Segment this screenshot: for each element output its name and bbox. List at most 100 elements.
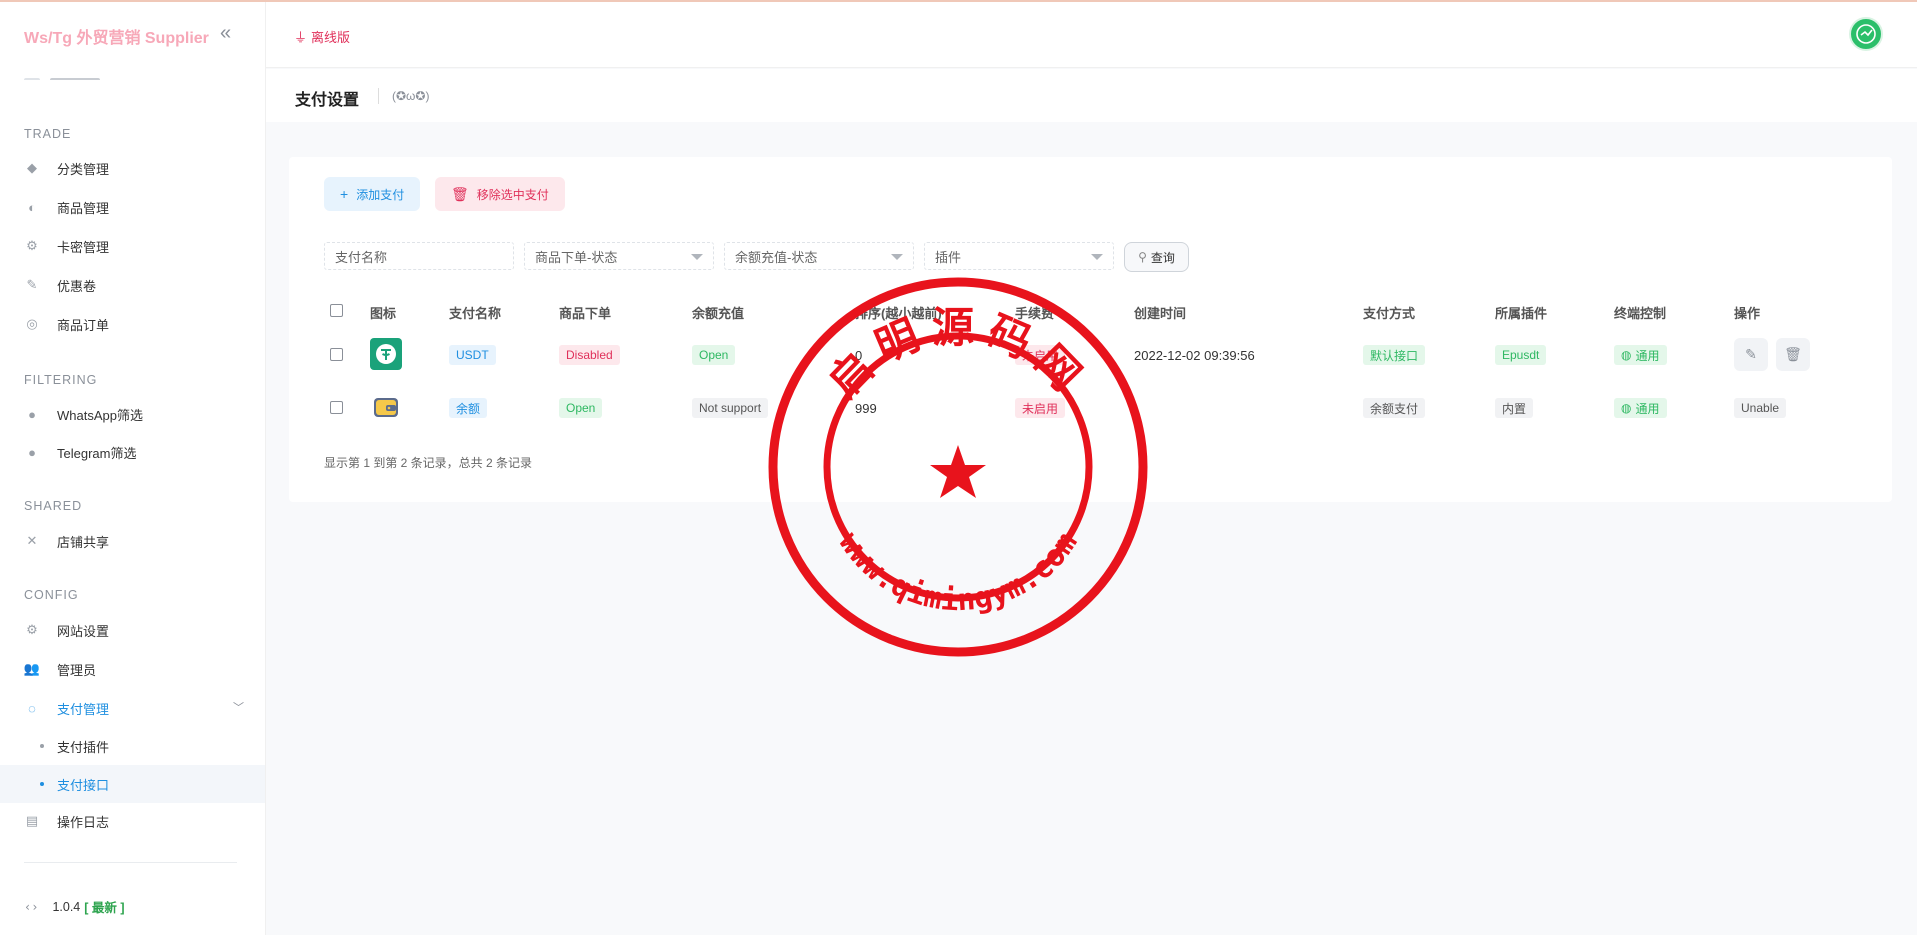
plugin-badge: 内置 <box>1495 398 1534 418</box>
search-icon: ⚲ <box>1138 250 1147 264</box>
chevron-down-icon: ﹀ <box>233 702 244 714</box>
version-info: ‹› 1.0.4 [ 最新 ] <box>24 897 125 916</box>
sidebar-item-payment[interactable]: ◌ 支付管理 ﹀ <box>24 695 244 721</box>
recharge-status-select[interactable]: 余额充值-状态 <box>724 242 914 270</box>
add-payment-button[interactable]: + 添加支付 <box>324 177 421 211</box>
col-recharge: 余额充值 <box>692 306 745 321</box>
latest-badge: [ 最新 ] <box>84 901 125 915</box>
sidebar-item-category[interactable]: ◆ 分类管理 <box>24 155 244 181</box>
caret-down-icon <box>891 254 903 260</box>
row-checkbox[interactable] <box>330 348 343 361</box>
page-title: 支付设置 <box>295 92 360 109</box>
col-plugin: 所属插件 <box>1495 306 1548 321</box>
col-order: 商品下单 <box>559 306 612 321</box>
sidebar-item-cardkey[interactable]: ⚙ 卡密管理 <box>24 233 244 259</box>
plugin-select[interactable]: 插件 <box>924 242 1114 270</box>
col-terminal: 终端控制 <box>1614 306 1667 321</box>
sidebar-divider <box>24 862 237 863</box>
plus-icon: + <box>340 186 349 202</box>
stamp-bottom-text: www.qimingym.com <box>832 526 1085 618</box>
payment-name-badge: 余额 <box>449 398 488 418</box>
section-filtering: FILTERING <box>24 373 98 387</box>
title-divider <box>378 88 379 104</box>
select-all-checkbox[interactable] <box>330 304 343 317</box>
payment-name-badge: USDT <box>449 345 496 365</box>
order-icon: ◎ <box>26 316 38 331</box>
col-actions: 操作 <box>1734 306 1761 321</box>
order-status-badge: Disabled <box>559 345 620 365</box>
code-icon: ‹› <box>24 899 39 914</box>
send-icon: ● <box>28 406 36 422</box>
sidebar-item-operation-log[interactable]: ▤ 操作日志 <box>24 808 244 834</box>
pagination-summary: 显示第 1 到第 2 条记录，总共 2 条记录 <box>324 456 533 470</box>
search-button[interactable]: ⚲ 查询 <box>1124 242 1189 272</box>
recharge-status-badge: Not support <box>692 398 769 418</box>
user-avatar-icon <box>1856 24 1876 44</box>
usdt-icon <box>370 338 402 370</box>
collapse-sidebar-icon[interactable]: « <box>220 22 231 45</box>
offline-version-link[interactable]: ⏚ 离线版 <box>294 27 350 46</box>
caret-down-icon <box>1091 254 1103 260</box>
plug-icon: ⏚ <box>294 30 308 45</box>
section-config: CONFIG <box>24 588 79 602</box>
sidebar-item-orders[interactable]: ◎ 商品订单 <box>24 311 244 337</box>
sort-value: 0 <box>855 348 863 363</box>
created-time: 2022-12-02 09:39:56 <box>1134 348 1255 363</box>
row-checkbox[interactable] <box>330 401 343 414</box>
sidebar-subitem-payment-plugins[interactable]: 支付插件 <box>0 727 265 765</box>
order-status-select[interactable]: 商品下单-状态 <box>524 242 714 270</box>
goods-icon: ◐ <box>28 199 36 215</box>
method-badge: 余额支付 <box>1363 398 1426 418</box>
section-shared: SHARED <box>24 499 83 513</box>
delete-button[interactable]: 🗑 <box>1776 338 1810 371</box>
caret-down-icon <box>691 254 703 260</box>
plugin-badge: Epusdt <box>1495 345 1547 365</box>
pen-icon: ✎ <box>26 277 38 292</box>
wallet-icon <box>370 391 402 423</box>
col-icon: 图标 <box>370 306 397 321</box>
col-method: 支付方式 <box>1363 306 1416 321</box>
top-header: ⏚ 离线版 <box>266 2 1917 68</box>
top-accent-line <box>0 0 1917 2</box>
terminal-badge: ◍ 通用 <box>1614 398 1667 418</box>
col-fee: 手续费 <box>1015 306 1055 321</box>
globe-icon: ◍ <box>1621 348 1632 362</box>
remove-selected-button[interactable]: 🗑 移除选中支付 <box>435 177 565 211</box>
fee-badge: 未启用 <box>1015 345 1066 365</box>
sidebar-item-admins[interactable]: 👥 管理员 <box>24 656 244 682</box>
share-icon: ✕ <box>26 533 38 548</box>
trash-icon: 🗑 <box>451 185 469 202</box>
sidebar-item-whatsapp[interactable]: ● WhatsApp筛选 <box>24 401 244 427</box>
sidebar-subitem-payment-api[interactable]: 支付接口 <box>0 765 265 803</box>
payment-name-input[interactable]: 支付名称 <box>324 242 514 270</box>
send-icon: ● <box>28 444 36 460</box>
payment-icon: ◌ <box>28 700 36 716</box>
fee-badge: 未启用 <box>1015 398 1066 418</box>
sidebar: Ws/Tg 外贸营销 Supplier « TRADE ◆ 分类管理 ◐ 商品管理 … <box>0 2 266 935</box>
sidebar-item-site-settings[interactable]: ⚙ 网站设置 <box>24 617 244 643</box>
sort-value: 999 <box>855 401 877 416</box>
page-subtitle: (✪ω✪) <box>392 89 430 103</box>
cube-icon: ◆ <box>27 160 37 175</box>
globe-icon: ◍ <box>1621 401 1632 415</box>
settings-icon: ⚙ <box>26 622 38 637</box>
col-name: 支付名称 <box>449 306 502 321</box>
sidebar-item-telegram[interactable]: ● Telegram筛选 <box>24 439 244 465</box>
edit-button[interactable]: ✎ <box>1734 338 1768 371</box>
avatar[interactable] <box>1849 17 1883 51</box>
col-sort: 排序(越小越前) <box>855 306 942 321</box>
unable-badge: Unable <box>1734 398 1787 418</box>
sidebar-item-cut <box>24 72 114 80</box>
gear-icon: ⚙ <box>26 238 38 253</box>
users-icon: 👥 <box>23 661 41 676</box>
edit-icon: ✎ <box>1745 346 1757 362</box>
log-icon: ▤ <box>25 813 39 828</box>
col-created: 创建时间 <box>1134 306 1187 321</box>
brand-title[interactable]: Ws/Tg 外贸营销 Supplier <box>24 24 209 48</box>
created-time: - <box>1134 401 1139 416</box>
recharge-status-badge: Open <box>692 345 736 365</box>
sidebar-item-coupon[interactable]: ✎ 优惠卷 <box>24 272 244 298</box>
section-trade: TRADE <box>24 127 72 141</box>
sidebar-item-goods[interactable]: ◐ 商品管理 <box>24 194 244 220</box>
sidebar-item-shop-share[interactable]: ✕ 店铺共享 <box>24 528 244 554</box>
